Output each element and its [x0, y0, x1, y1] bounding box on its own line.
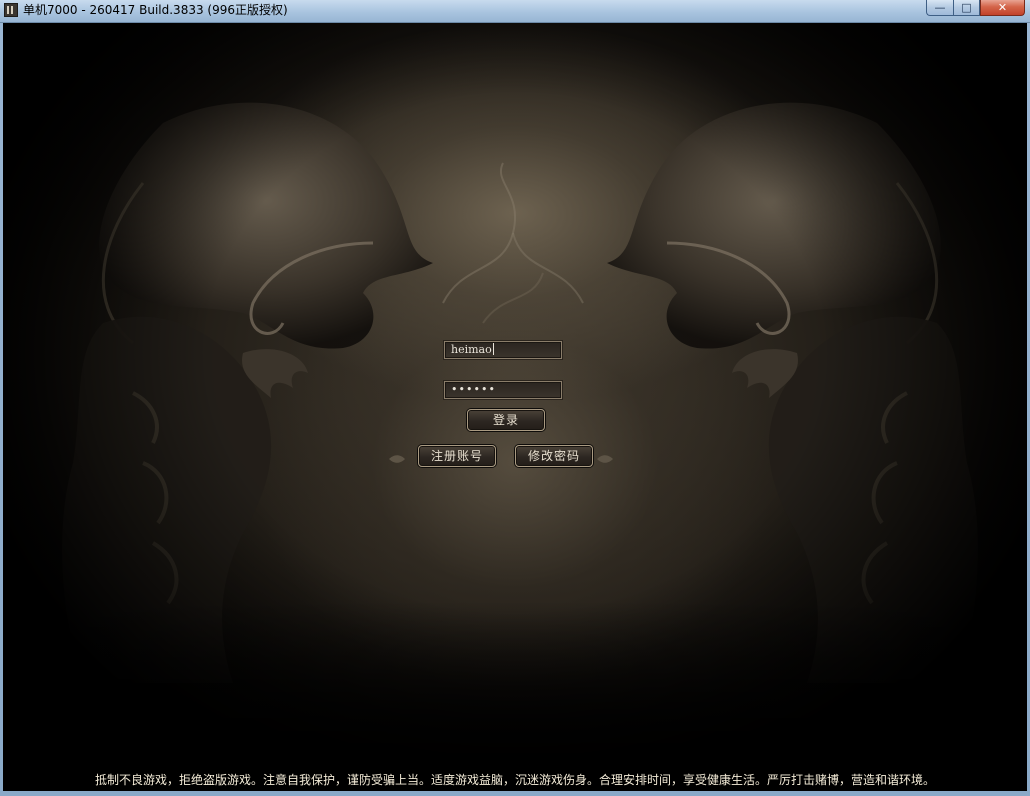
left-wing-ornament-icon	[389, 455, 405, 463]
right-wing-ornament-icon	[597, 455, 613, 463]
password-field[interactable]: ••••••	[444, 381, 562, 399]
close-button[interactable]: ✕	[980, 0, 1025, 16]
health-gaming-notice: 抵制不良游戏，拒绝盗版游戏。注意自我保护，谨防受骗上当。适度游戏益脑，沉迷游戏伤…	[94, 773, 935, 787]
application-window: 单机7000 - 260417 Build.3833 (996正版授权) — □…	[0, 0, 1030, 796]
game-login-screen: heimao •••••• 登录 注册账号 修改密码 抵制不良游戏，拒绝盗版游戏…	[3, 23, 1027, 791]
login-button[interactable]: 登录	[467, 409, 545, 431]
maximize-button[interactable]: □	[953, 0, 980, 16]
app-icon[interactable]	[4, 3, 18, 17]
window-controls: — □ ✕	[926, 0, 1025, 17]
username-field[interactable]: heimao	[444, 341, 562, 359]
bottom-shadow	[3, 601, 1027, 791]
text-caret	[492, 343, 494, 355]
password-value: ••••••	[451, 383, 496, 396]
title-bar[interactable]: 单机7000 - 260417 Build.3833 (996正版授权) — □…	[0, 0, 1030, 23]
username-value: heimao	[451, 343, 492, 356]
register-account-button[interactable]: 注册账号	[418, 445, 496, 467]
change-password-button[interactable]: 修改密码	[515, 445, 593, 467]
minimize-button[interactable]: —	[926, 0, 953, 16]
window-title: 单机7000 - 260417 Build.3833 (996正版授权)	[23, 3, 288, 17]
